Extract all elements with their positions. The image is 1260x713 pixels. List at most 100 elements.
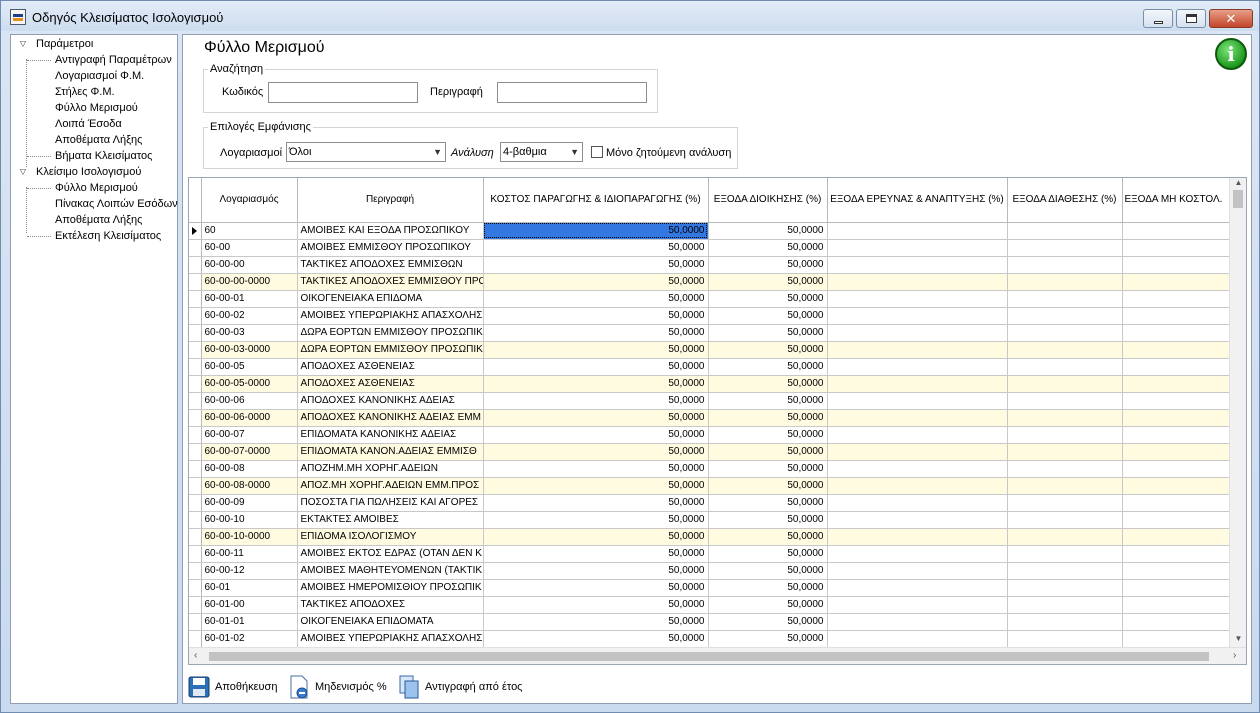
tree-item-closing-stock-2[interactable]: Αποθέματα Λήξης <box>55 212 142 228</box>
accounts-select[interactable]: Όλοι ▼ <box>286 142 446 162</box>
table-row[interactable]: 60-01-02 ΑΜΟΙΒΕΣ ΥΠΕΡΩΡΙΑΚΗΣ ΑΠΑΣΧΟΛΗΣΙ 50… <box>189 630 1230 648</box>
percent-cell[interactable] <box>827 290 1008 308</box>
row-header[interactable] <box>189 290 202 308</box>
percent-cell[interactable] <box>1122 324 1230 342</box>
row-header[interactable] <box>189 596 202 614</box>
percent-cell[interactable]: 50,0000 <box>708 256 828 274</box>
percent-cell[interactable]: 50,0000 <box>483 358 709 376</box>
percent-cell[interactable] <box>1007 375 1123 393</box>
percent-cell[interactable] <box>827 392 1008 410</box>
percent-cell[interactable]: 50,0000 <box>483 613 709 631</box>
account-cell[interactable]: 60-00-06 <box>201 392 298 410</box>
row-header[interactable] <box>189 443 202 461</box>
table-row[interactable]: 60-00-09 ΠΟΣΟΣΤΑ ΓΙΑ ΠΩΛΗΣΕΙΣ ΚΑΙ ΑΓΟΡΕΣ 5… <box>189 494 1230 512</box>
percent-cell[interactable] <box>1007 562 1123 580</box>
percent-cell[interactable]: 50,0000 <box>708 579 828 597</box>
only-requested-checkbox[interactable] <box>591 146 603 158</box>
percent-cell[interactable]: 50,0000 <box>708 630 828 648</box>
percent-cell[interactable] <box>1007 630 1123 648</box>
row-header[interactable] <box>189 511 202 529</box>
percent-cell[interactable]: 50,0000 <box>483 443 709 461</box>
tree-item-run-closing[interactable]: Εκτέλεση Κλεισίματος <box>55 228 161 244</box>
percent-cell[interactable] <box>1122 511 1230 529</box>
account-cell[interactable]: 60-00 <box>201 239 298 257</box>
account-cell[interactable]: 60-00-06-0000 <box>201 409 298 427</box>
account-cell[interactable]: 60-00-01 <box>201 290 298 308</box>
percent-cell[interactable]: 50,0000 <box>483 392 709 410</box>
percent-cell[interactable]: 50,0000 <box>483 511 709 529</box>
percent-cell[interactable]: 50,0000 <box>708 596 828 614</box>
row-header[interactable] <box>189 256 202 274</box>
percent-cell[interactable] <box>1007 290 1123 308</box>
description-cell[interactable]: ΑΠΟΔΟΧΕΣ ΑΣΘΕΝΕΙΑΣ <box>297 375 484 393</box>
description-cell[interactable]: ΑΜΟΙΒΕΣ ΜΑΘΗΤΕΥΟΜΕΝΩΝ (ΤΑΚΤΙΚ <box>297 562 484 580</box>
percent-cell[interactable] <box>827 494 1008 512</box>
description-cell[interactable]: ΑΠΟΖ.ΜΗ ΧΟΡΗΓ.ΑΔΕΙΩΝ ΕΜΜ.ΠΡΟΣ <box>297 477 484 495</box>
percent-cell[interactable] <box>1122 341 1230 359</box>
percent-cell[interactable] <box>1007 528 1123 546</box>
scroll-thumb[interactable] <box>209 652 1209 661</box>
row-header[interactable] <box>189 528 202 546</box>
percent-cell[interactable]: 50,0000 <box>483 579 709 597</box>
account-cell[interactable]: 60-00-07-0000 <box>201 443 298 461</box>
percent-cell[interactable] <box>827 256 1008 274</box>
percent-cell[interactable] <box>1122 256 1230 274</box>
table-row[interactable]: 60-00-07 ΕΠΙΔΟΜΑΤΑ ΚΑΝΟΝΙΚΗΣ ΑΔΕΙΑΣ 50,000… <box>189 426 1230 444</box>
vertical-scrollbar[interactable]: ▲ ▼ <box>1229 178 1246 648</box>
percent-cell[interactable]: 50,0000 <box>483 375 709 393</box>
row-header[interactable] <box>189 630 202 648</box>
percent-cell[interactable] <box>1122 273 1230 291</box>
percent-cell[interactable] <box>827 222 1008 240</box>
percent-cell[interactable] <box>1122 562 1230 580</box>
percent-cell[interactable]: 50,0000 <box>483 239 709 257</box>
percent-cell[interactable] <box>1007 511 1123 529</box>
percent-cell[interactable]: 50,0000 <box>708 392 828 410</box>
percent-cell[interactable] <box>1007 409 1123 427</box>
percent-cell[interactable] <box>1122 239 1230 257</box>
tree-item-fm-columns[interactable]: Στήλες Φ.Μ. <box>55 84 115 100</box>
code-input[interactable] <box>268 82 418 103</box>
account-cell[interactable]: 60 <box>201 222 298 240</box>
account-cell[interactable]: 60-00-07 <box>201 426 298 444</box>
percent-cell[interactable] <box>1122 426 1230 444</box>
account-cell[interactable]: 60-00-03-0000 <box>201 341 298 359</box>
row-header[interactable] <box>189 222 202 240</box>
close-button[interactable]: ✕ <box>1209 9 1253 28</box>
percent-cell[interactable] <box>1007 341 1123 359</box>
percent-cell[interactable]: 50,0000 <box>483 477 709 495</box>
table-row[interactable]: 60-01-00 ΤΑΚΤΙΚΕΣ ΑΠΟΔΟΧΕΣ 50,0000 50,0000 <box>189 596 1230 614</box>
row-header[interactable] <box>189 579 202 597</box>
percent-cell[interactable]: 50,0000 <box>483 426 709 444</box>
percent-cell[interactable]: 50,0000 <box>708 409 828 427</box>
percent-cell[interactable] <box>827 562 1008 580</box>
percent-cell[interactable] <box>827 477 1008 495</box>
description-cell[interactable]: ΑΜΟΙΒΕΣ ΥΠΕΡΩΡΙΑΚΗΣ ΑΠΑΣΧΟΛΗΣΙ <box>297 307 484 325</box>
percent-cell[interactable] <box>1122 375 1230 393</box>
percent-cell[interactable] <box>827 613 1008 631</box>
percent-cell[interactable] <box>1007 477 1123 495</box>
description-cell[interactable]: ΑΜΟΙΒΕΣ ΗΜΕΡΟΜΙΣΘΙΟΥ ΠΡΟΣΩΠΙΚ <box>297 579 484 597</box>
account-cell[interactable]: 60-00-10 <box>201 511 298 529</box>
percent-cell[interactable] <box>827 341 1008 359</box>
percent-cell[interactable]: 50,0000 <box>708 426 828 444</box>
row-header[interactable] <box>189 494 202 512</box>
tree-item-allocation-sheet[interactable]: Φύλλο Μερισμού <box>55 100 138 116</box>
percent-cell[interactable]: 50,0000 <box>483 256 709 274</box>
column-header[interactable]: Λογαριασμός <box>201 178 298 223</box>
description-cell[interactable]: ΕΠΙΔΟΜΑ ΙΣΟΛΟΓΙΣΜΟΥ <box>297 528 484 546</box>
column-header[interactable]: ΚΟΣΤΟΣ ΠΑΡΑΓΩΓΗΣ & ΙΔΙΟΠΑΡΑΓΩΓΗΣ (%) <box>483 178 709 223</box>
percent-cell[interactable] <box>827 596 1008 614</box>
column-header[interactable]: ΕΞΟΔΑ ΔΙΟΙΚΗΣΗΣ (%) <box>708 178 828 223</box>
percent-cell[interactable] <box>1122 307 1230 325</box>
tree-item-other-income-table[interactable]: Πίνακας Λοιπών Εσόδων <box>55 196 178 212</box>
percent-cell[interactable]: 50,0000 <box>483 307 709 325</box>
analysis-select[interactable]: 4-βαθμια ▼ <box>500 142 583 162</box>
account-cell[interactable]: 60-01-00 <box>201 596 298 614</box>
row-header[interactable] <box>189 613 202 631</box>
row-header[interactable] <box>189 307 202 325</box>
collapse-icon[interactable]: ▽ <box>18 164 28 180</box>
percent-cell[interactable]: 50,0000 <box>483 273 709 291</box>
percent-cell[interactable] <box>1122 630 1230 648</box>
percent-cell[interactable] <box>1007 392 1123 410</box>
percent-cell[interactable] <box>827 630 1008 648</box>
